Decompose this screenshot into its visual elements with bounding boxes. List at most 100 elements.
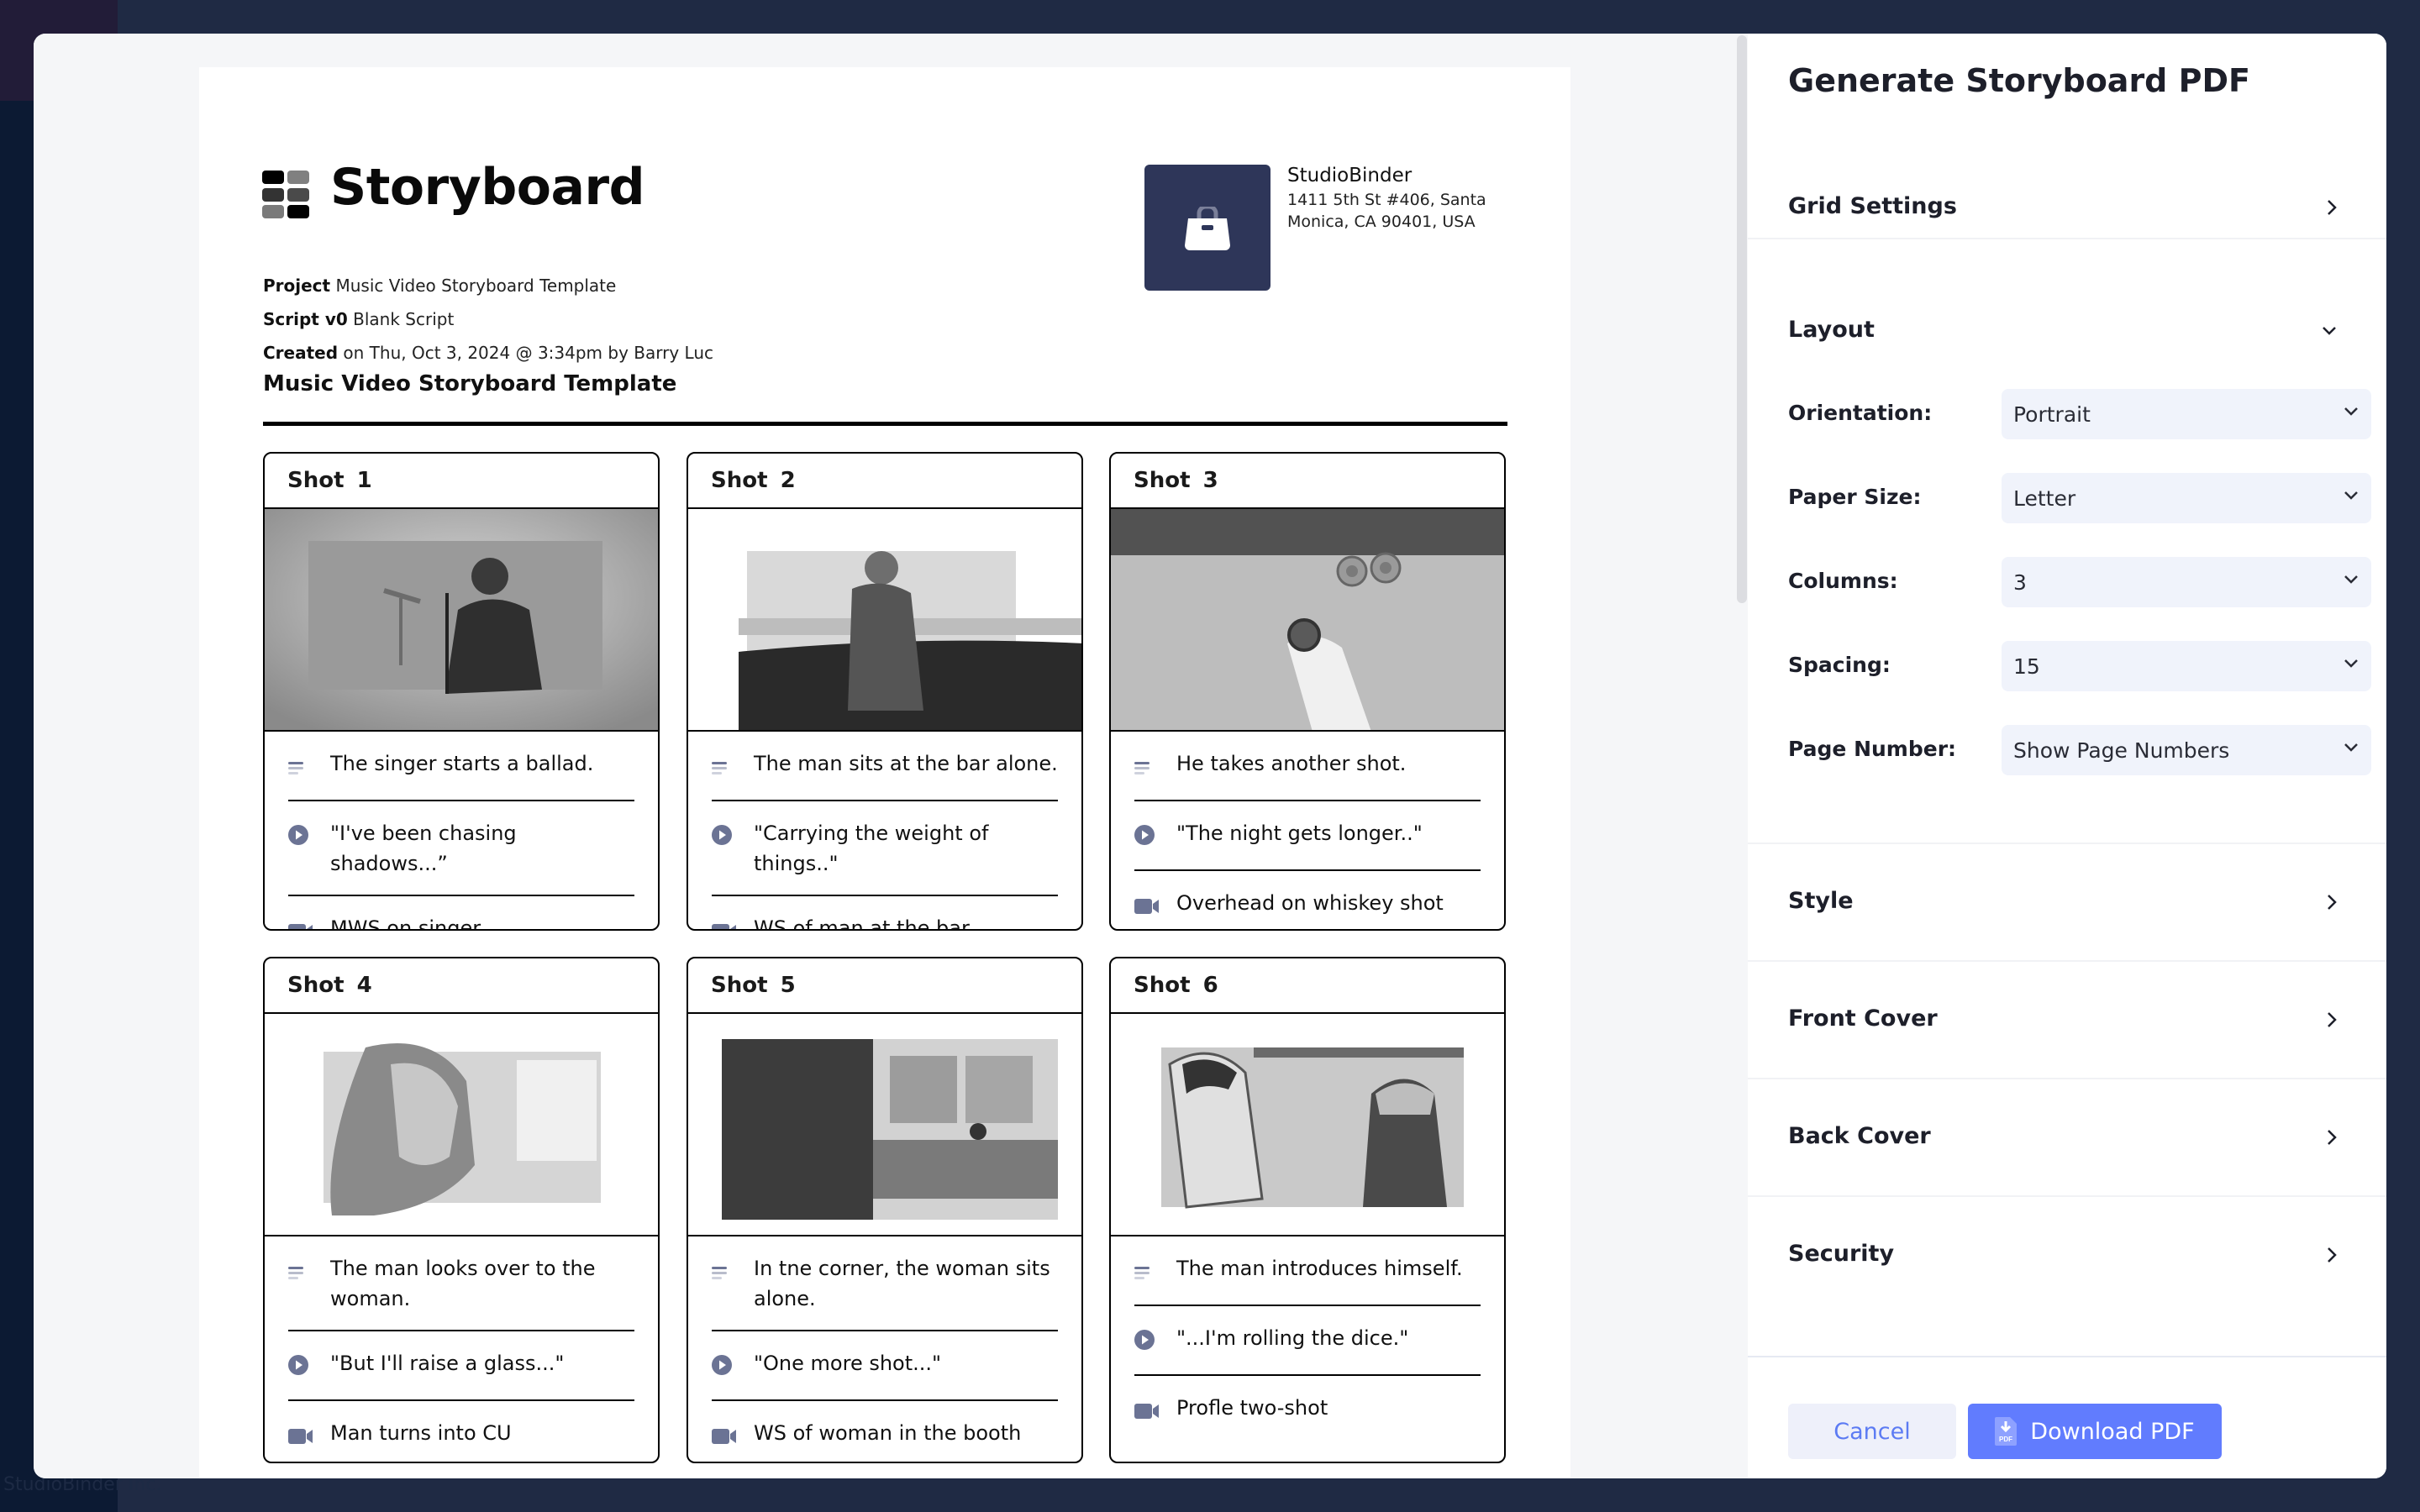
shot-sketch-image — [688, 509, 1081, 730]
shot-dialogue-row: "I've been chasing shadows...” — [288, 801, 634, 896]
chevron-right-icon — [2328, 200, 2337, 215]
chevron-down-icon — [2344, 491, 2358, 500]
meta-value: Music Video Storyboard Template — [335, 276, 617, 296]
video-camera-icon — [712, 924, 736, 929]
shot-number: 2 — [780, 468, 796, 493]
shot-description-row: In tne corner, the woman sits alone. — [712, 1236, 1058, 1331]
shot-header: Shot 2 — [688, 454, 1081, 509]
play-circle-icon — [288, 825, 308, 845]
download-pdf-label: Download PDF — [2030, 1418, 2195, 1445]
shot-dialogue: "Carrying the weight of things.." — [754, 822, 989, 875]
shot-description: He takes another shot. — [1176, 752, 1407, 775]
shot-dialogue-row: "The night gets longer.." — [1134, 801, 1481, 871]
shot-header: Shot 5 — [688, 958, 1081, 1014]
meta-project: Project Music Video Storyboard Template — [263, 276, 616, 296]
video-camera-icon — [288, 1429, 313, 1444]
shot-description: The man introduces himself. — [1176, 1257, 1463, 1280]
accordion-front-cover[interactable]: Front Cover — [1748, 962, 2386, 1079]
preview-scrollbar-thumb[interactable] — [1737, 35, 1747, 603]
shot-image — [265, 1014, 658, 1236]
play-circle-icon — [712, 1355, 732, 1375]
shot-card[interactable]: Shot 3 He takes another shot. "The night g… — [1109, 452, 1506, 931]
video-camera-icon — [1134, 899, 1159, 914]
shot-card[interactable]: Shot 1 The singer starts a ballad. "I've b… — [263, 452, 660, 931]
shot-dialogue: "I've been chasing shadows...” — [330, 822, 517, 875]
meta-created: Created on Thu, Oct 3, 2024 @ 3:34pm by … — [263, 343, 713, 363]
pdf-download-icon: PDF — [1995, 1417, 2018, 1446]
chevron-down-icon — [2344, 743, 2358, 752]
shot-details: The man looks over to the woman. "But I'l… — [265, 1236, 658, 1462]
chevron-down-icon — [2344, 407, 2358, 416]
shot-image — [265, 509, 658, 732]
shot-number: 4 — [356, 973, 372, 998]
spacing-select[interactable]: 15 — [2002, 641, 2371, 691]
chevron-down-icon[interactable] — [2321, 325, 2338, 337]
orientation-select[interactable]: Portrait — [2002, 389, 2371, 439]
accordion-security[interactable]: Security — [1748, 1197, 2386, 1315]
meta-value: Blank Script — [353, 309, 455, 329]
select-value: 15 — [2013, 654, 2040, 679]
shot-label: Shot — [287, 468, 345, 493]
shot-details: The man introduces himself. "...I'm rolli… — [1111, 1236, 1504, 1444]
description-lines-icon — [1134, 1267, 1150, 1279]
columns-label: Columns: — [1788, 569, 1898, 593]
shot-number: 3 — [1202, 468, 1218, 493]
select-value: Letter — [2013, 486, 2076, 511]
shot-sketch-image — [1111, 509, 1504, 730]
storyboard-logo-icon — [262, 171, 309, 219]
video-camera-icon — [712, 1429, 736, 1444]
shot-dialogue: "One more shot..." — [754, 1352, 942, 1375]
shot-camera: Profle two-shot — [1176, 1396, 1328, 1420]
download-pdf-button[interactable]: PDF Download PDF — [1968, 1404, 2222, 1459]
shot-camera: WS of woman in the booth — [754, 1421, 1022, 1445]
select-value: Show Page Numbers — [2013, 738, 2230, 763]
columns-select[interactable]: 3 — [2002, 557, 2371, 607]
accordion-label[interactable]: Layout — [1788, 317, 1875, 343]
accordion-grid-settings[interactable]: Grid Settings — [1748, 143, 2386, 239]
briefcase-icon — [1185, 207, 1230, 250]
shot-dialogue: "But I'll raise a glass..." — [330, 1352, 565, 1375]
shot-card[interactable]: Shot 5 In tne corner, the woman sits alon… — [687, 957, 1083, 1463]
shot-label: Shot — [711, 973, 768, 998]
shot-description-row: He takes another shot. — [1134, 732, 1481, 801]
chevron-right-icon — [2328, 1247, 2337, 1263]
accordion-label: Front Cover — [1788, 1005, 1938, 1032]
cancel-button[interactable]: Cancel — [1788, 1404, 1956, 1459]
shot-details: The singer starts a ballad. "I've been ch… — [265, 732, 658, 929]
company-name: StudioBinder — [1287, 165, 1413, 186]
play-circle-icon — [712, 825, 732, 845]
shot-header: Shot 1 — [265, 454, 658, 509]
shot-camera-row: Profle two-shot — [1134, 1376, 1481, 1444]
shot-dialogue-row: "...I'm rolling the dice." — [1134, 1306, 1481, 1376]
shot-camera: WS of man at the bar — [754, 916, 970, 931]
shot-description: The man sits at the bar alone. — [754, 752, 1058, 775]
shot-label: Shot — [711, 468, 768, 493]
chevron-down-icon — [2344, 575, 2358, 584]
paper-size-select[interactable]: Letter — [2002, 473, 2371, 523]
shot-card[interactable]: Shot 4 The man looks over to the woman. "B… — [263, 957, 660, 1463]
shot-label: Shot — [287, 973, 345, 998]
accordion-layout: Layout Orientation: Portrait Paper Size:… — [1748, 239, 2386, 844]
page-title: Storyboard — [330, 158, 645, 217]
accordion-style[interactable]: Style — [1748, 844, 2386, 962]
meta-script: Script v0 Blank Script — [263, 309, 454, 329]
shot-image — [1111, 509, 1504, 732]
pdf-settings-panel: Generate Storyboard PDF Grid Settings La… — [1748, 34, 2386, 1478]
company-logo — [1144, 165, 1270, 291]
shot-camera-row: WS of woman in the booth — [712, 1401, 1058, 1462]
video-camera-icon — [288, 924, 313, 929]
shot-label: Shot — [1134, 973, 1191, 998]
shot-dialogue-row: "One more shot..." — [712, 1331, 1058, 1401]
shot-camera-row: Overhead on whiskey shot — [1134, 871, 1481, 929]
page-number-select[interactable]: Show Page Numbers — [2002, 725, 2371, 775]
shot-card[interactable]: Shot 6 The man introduces himself. "...I'm… — [1109, 957, 1506, 1463]
section-title: Music Video Storyboard Template — [263, 371, 677, 396]
shot-card[interactable]: Shot 2 The man sits at the bar alone. "Car… — [687, 452, 1083, 931]
meta-value: on Thu, Oct 3, 2024 @ 3:34pm by Barry Lu… — [343, 343, 714, 363]
shot-number: 5 — [780, 973, 796, 998]
page-number-label: Page Number: — [1788, 737, 1957, 761]
meta-label: Script v0 — [263, 309, 348, 329]
company-address: 1411 5th St #406, Santa Monica, CA 90401… — [1287, 191, 1486, 231]
shot-description-row: The man sits at the bar alone. — [712, 732, 1058, 801]
accordion-back-cover[interactable]: Back Cover — [1748, 1079, 2386, 1197]
